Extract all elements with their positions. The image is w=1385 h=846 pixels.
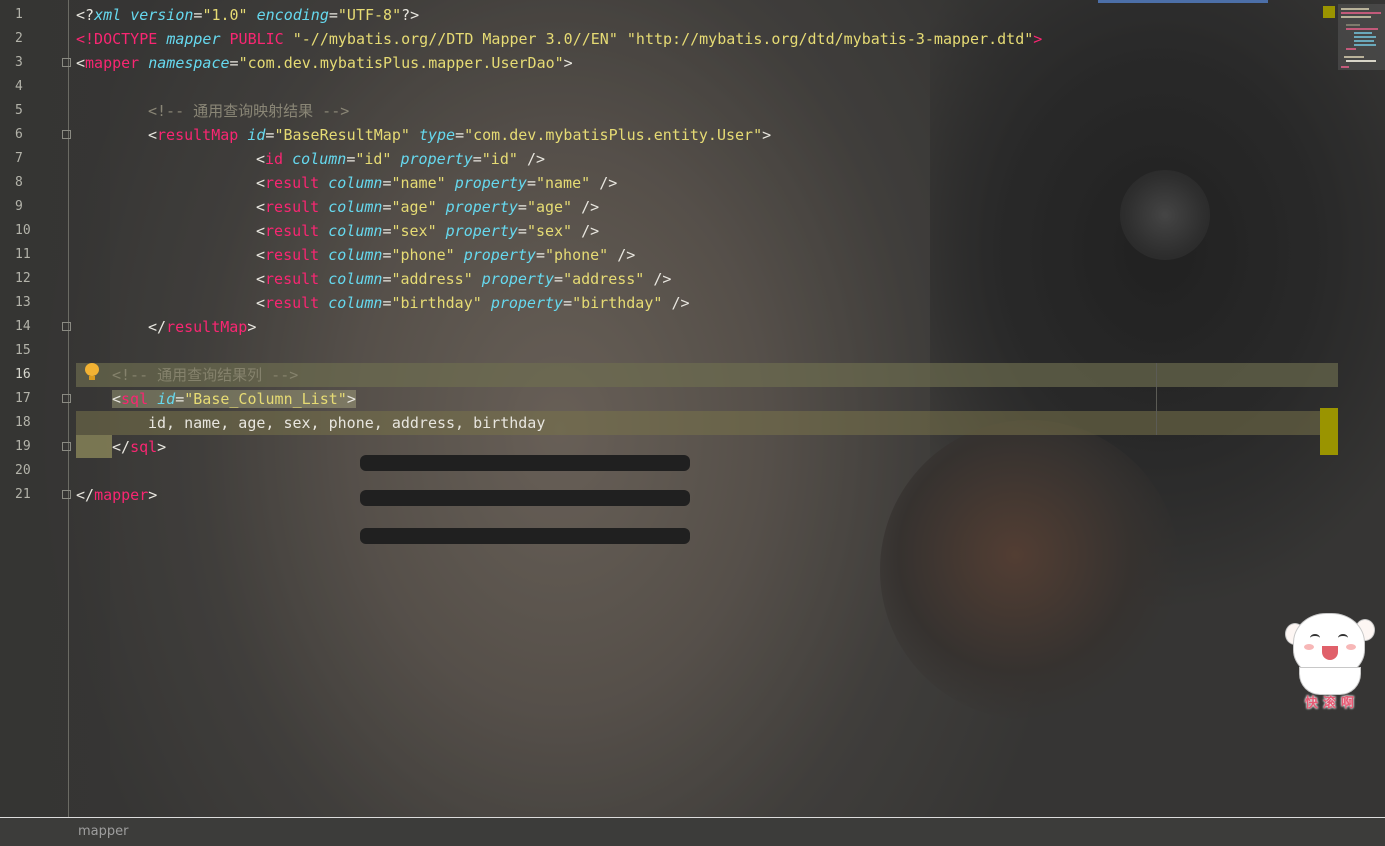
line-number: 20 xyxy=(15,463,31,478)
line-number: 8 xyxy=(15,175,23,190)
line-number: 13 xyxy=(15,295,31,310)
right-margin-guide xyxy=(1156,363,1157,435)
fold-toggle-icon[interactable] xyxy=(62,58,71,67)
selection-highlight xyxy=(76,435,112,458)
line-number: 7 xyxy=(15,151,23,166)
code-line: </sql> xyxy=(112,438,167,456)
code-line: <!DOCTYPE mapper PUBLIC "-//mybatis.org/… xyxy=(76,30,1043,48)
breadcrumb[interactable]: mapper xyxy=(78,824,128,839)
line-number: 9 xyxy=(15,199,23,214)
line-number-gutter: 1 2 3 4 5 6 7 8 9 10 11 12 13 14 15 16 1… xyxy=(0,0,76,817)
fold-toggle-icon[interactable] xyxy=(62,322,71,331)
code-line: <result column="phone" property="phone" … xyxy=(256,246,636,264)
line-number: 11 xyxy=(15,247,31,262)
fold-toggle-icon[interactable] xyxy=(62,490,71,499)
code-line: </resultMap> xyxy=(148,318,257,336)
code-line: <result column="sex" property="sex" /> xyxy=(256,222,600,240)
fold-toggle-icon[interactable] xyxy=(62,442,71,451)
code-line: id, name, age, sex, phone, address, birt… xyxy=(148,414,546,432)
sticker-text: 快滚啊 xyxy=(1304,696,1359,711)
code-line: <result column="age" property="age" /> xyxy=(256,198,600,216)
cat-sticker: 快滚啊 xyxy=(1286,606,1376,712)
code-line: <result column="address" property="addre… xyxy=(256,270,672,288)
line-number: 18 xyxy=(15,415,31,430)
code-minimap[interactable] xyxy=(1338,4,1385,70)
line-number: 12 xyxy=(15,271,31,286)
code-comment: <!-- 通用查询映射结果 --> xyxy=(148,102,350,120)
inspection-marker[interactable] xyxy=(1320,408,1338,455)
line-number: 2 xyxy=(15,31,23,46)
line-number: 4 xyxy=(15,79,23,94)
status-bar: mapper xyxy=(0,817,1385,846)
code-line: <sql id="Base_Column_List"> xyxy=(112,390,356,408)
code-line: <resultMap id="BaseResultMap" type="com.… xyxy=(148,126,772,144)
inspection-marker[interactable] xyxy=(1323,6,1335,18)
line-number: 5 xyxy=(15,103,23,118)
lightbulb-icon[interactable] xyxy=(85,363,99,381)
code-line: <result column="birthday" property="birt… xyxy=(256,294,690,312)
editor-tab-indicator xyxy=(1098,0,1268,3)
line-number: 1 xyxy=(15,7,23,22)
code-comment: <!-- 通用查询结果列 --> xyxy=(112,366,299,384)
code-line: <?xml version="1.0" encoding="UTF-8"?> xyxy=(76,6,420,24)
line-number: 19 xyxy=(15,439,31,454)
line-number: 21 xyxy=(15,487,31,502)
code-line: <id column="id" property="id" /> xyxy=(256,150,545,168)
line-number: 10 xyxy=(15,223,31,238)
line-number: 17 xyxy=(15,391,31,406)
code-line: </mapper> xyxy=(76,486,158,504)
fold-toggle-icon[interactable] xyxy=(62,394,71,403)
fold-toggle-icon[interactable] xyxy=(62,130,71,139)
code-line: <mapper namespace="com.dev.mybatisPlus.m… xyxy=(76,54,573,72)
line-number: 15 xyxy=(15,343,31,358)
code-line: <result column="name" property="name" /> xyxy=(256,174,618,192)
line-number: 16 xyxy=(15,367,31,382)
line-number: 3 xyxy=(15,55,23,70)
line-number: 6 xyxy=(15,127,23,142)
line-number: 14 xyxy=(15,319,31,334)
